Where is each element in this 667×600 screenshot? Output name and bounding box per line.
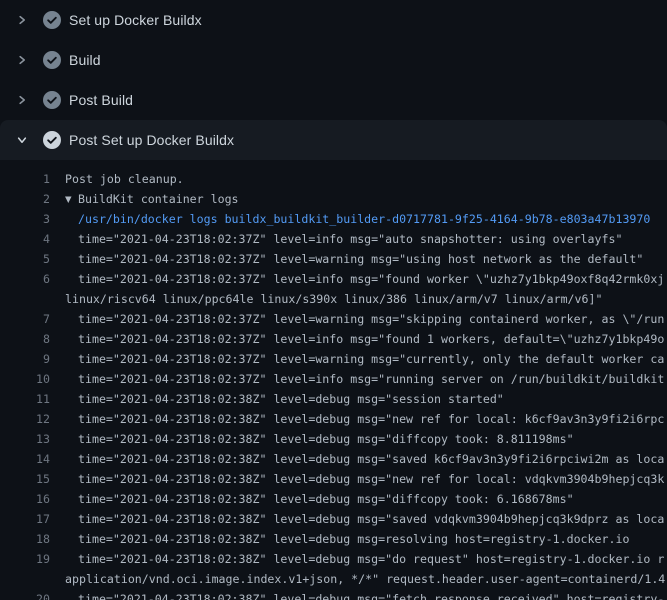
log-line: 19 time="2021-04-23T18:02:38Z" level=deb… [0,549,667,569]
step-section-header[interactable]: Post Build [0,80,667,120]
log-line-text: application/vnd.oci.image.index.v1+json,… [65,569,665,589]
log-line-number[interactable]: 17 [0,509,50,529]
log-line-number[interactable]: 1 [0,169,50,189]
step-title: Set up Docker Buildx [69,12,202,28]
log-line-text: time="2021-04-23T18:02:37Z" level=info m… [78,369,664,389]
step-title: Post Build [69,92,133,108]
log-line-text: /usr/bin/docker logs buildx_buildkit_bui… [78,209,650,229]
log-line: 20 time="2021-04-23T18:02:38Z" level=deb… [0,589,667,600]
step-title: Build [69,52,101,68]
chevron-right-icon [14,52,30,68]
log-line-text: time="2021-04-23T18:02:38Z" level=debug … [78,549,664,569]
log-line: 2 ▼BuildKit container logs [0,189,667,209]
log-line-number[interactable]: 6 [0,269,50,289]
log-line: 14 time="2021-04-23T18:02:38Z" level=deb… [0,449,667,469]
log-line: 3 /usr/bin/docker logs buildx_buildkit_b… [0,209,667,229]
check-circle-icon [43,11,61,29]
log-line-text: time="2021-04-23T18:02:38Z" level=debug … [78,509,664,529]
log-line-text: time="2021-04-23T18:02:37Z" level=info m… [78,229,622,249]
chevron-down-icon [14,132,30,148]
log-line: 11 time="2021-04-23T18:02:38Z" level=deb… [0,389,667,409]
log-line-number[interactable]: 4 [0,229,50,249]
log-line: 7 time="2021-04-23T18:02:37Z" level=warn… [0,309,667,329]
log-line-number[interactable]: 15 [0,469,50,489]
log-line-text: time="2021-04-23T18:02:38Z" level=debug … [78,489,574,509]
log-line: 8 time="2021-04-23T18:02:37Z" level=info… [0,329,667,349]
log-line-text: time="2021-04-23T18:02:37Z" level=warnin… [78,309,664,329]
log-line-text: time="2021-04-23T18:02:37Z" level=warnin… [78,349,664,369]
log-line: application/vnd.oci.image.index.v1+json,… [0,569,667,589]
log-line-text: time="2021-04-23T18:02:37Z" level=warnin… [78,249,643,269]
log-line-number[interactable]: 14 [0,449,50,469]
log-line-text: Post job cleanup. [65,169,184,189]
group-collapse-triangle-icon[interactable]: ▼ [65,190,78,210]
log-line-number[interactable]: 7 [0,309,50,329]
log-line: 6 time="2021-04-23T18:02:37Z" level=info… [0,269,667,289]
check-circle-icon [43,131,61,149]
log-line-number[interactable]: 9 [0,349,50,369]
log-line: 10 time="2021-04-23T18:02:37Z" level=inf… [0,369,667,389]
step-section-header[interactable]: Post Set up Docker Buildx [0,120,667,160]
log-line: 17 time="2021-04-23T18:02:38Z" level=deb… [0,509,667,529]
log-line-text: time="2021-04-23T18:02:37Z" level=info m… [78,329,664,349]
log-line: 9 time="2021-04-23T18:02:37Z" level=warn… [0,349,667,369]
log-line: linux/riscv64 linux/ppc64le linux/s390x … [0,289,667,309]
log-line-number[interactable]: 3 [0,209,50,229]
check-circle-icon [43,91,61,109]
log-line: 18 time="2021-04-23T18:02:38Z" level=deb… [0,529,667,549]
log-line-number[interactable] [0,569,50,589]
log-line-text[interactable]: ▼BuildKit container logs [65,189,239,209]
step-section-header[interactable]: Set up Docker Buildx [0,0,667,40]
log-line: 1 Post job cleanup. [0,169,667,189]
log-line-number[interactable]: 10 [0,369,50,389]
log-line-number[interactable]: 16 [0,489,50,509]
group-label[interactable]: BuildKit container logs [78,192,239,206]
check-circle-icon [43,51,61,69]
log-line: 13 time="2021-04-23T18:02:38Z" level=deb… [0,429,667,449]
log-line-text: time="2021-04-23T18:02:38Z" level=debug … [78,529,629,549]
log-line: 15 time="2021-04-23T18:02:38Z" level=deb… [0,469,667,489]
log-line-text: time="2021-04-23T18:02:38Z" level=debug … [78,409,664,429]
log-line-text: linux/riscv64 linux/ppc64le linux/s390x … [65,289,602,309]
step-title: Post Set up Docker Buildx [69,132,234,148]
log-line-text: time="2021-04-23T18:02:38Z" level=debug … [78,389,504,409]
log-line: 12 time="2021-04-23T18:02:38Z" level=deb… [0,409,667,429]
log-line-number[interactable]: 18 [0,529,50,549]
log-area: 1 Post job cleanup. 2 ▼BuildKit containe… [0,160,667,600]
log-line: 5 time="2021-04-23T18:02:37Z" level=warn… [0,249,667,269]
log-line: 4 time="2021-04-23T18:02:37Z" level=info… [0,229,667,249]
log-line-number[interactable]: 11 [0,389,50,409]
log-line-number[interactable]: 12 [0,409,50,429]
log-line-text: time="2021-04-23T18:02:37Z" level=info m… [78,269,664,289]
log-line-text: time="2021-04-23T18:02:38Z" level=debug … [78,429,574,449]
log-line-text: time="2021-04-23T18:02:38Z" level=debug … [78,589,664,600]
log-line-text: time="2021-04-23T18:02:38Z" level=debug … [78,469,664,489]
step-section-header[interactable]: Build [0,40,667,80]
chevron-right-icon [14,92,30,108]
log-line-number[interactable] [0,289,50,309]
log-line-number[interactable]: 19 [0,549,50,569]
log-line-number[interactable]: 13 [0,429,50,449]
chevron-right-icon [14,12,30,28]
log-line-number[interactable]: 5 [0,249,50,269]
log-line-number[interactable]: 20 [0,589,50,600]
log-line: 16 time="2021-04-23T18:02:38Z" level=deb… [0,489,667,509]
log-line-text: time="2021-04-23T18:02:38Z" level=debug … [78,449,664,469]
log-line-number[interactable]: 2 [0,189,50,209]
log-line-number[interactable]: 8 [0,329,50,349]
steps-list: Set up Docker Buildx Build Post Build [0,0,667,160]
